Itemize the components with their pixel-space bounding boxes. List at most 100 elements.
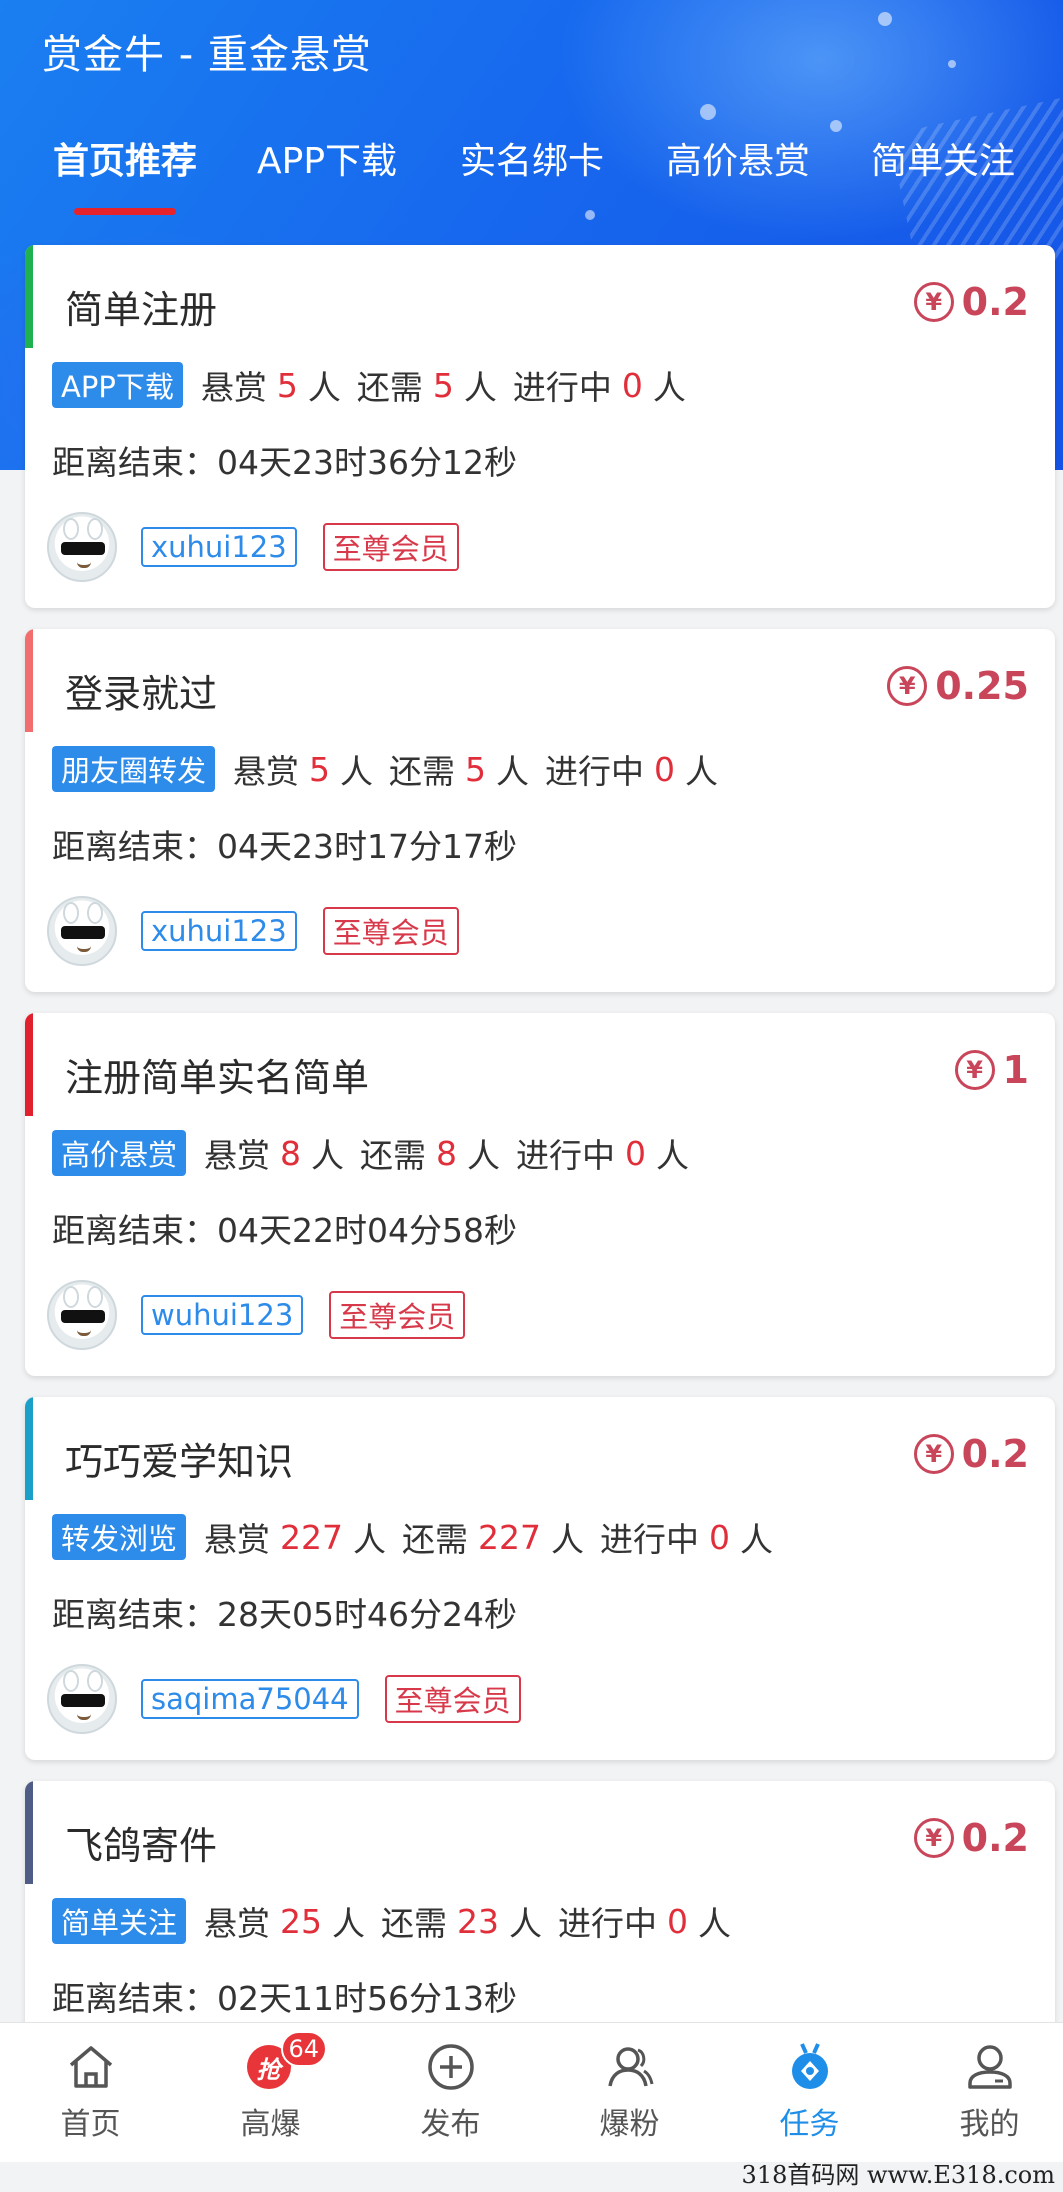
task-category-tag: 转发浏览 bbox=[52, 1514, 187, 1560]
publisher-username[interactable]: saqima75044 bbox=[141, 1679, 359, 1719]
bounty-count: 8 bbox=[280, 1133, 302, 1173]
task-medal-icon bbox=[784, 2041, 836, 2093]
person-unit: 人 bbox=[307, 368, 341, 407]
remaining-count: 23 bbox=[457, 1901, 500, 1941]
decor-dot bbox=[830, 120, 842, 132]
card-accent bbox=[25, 245, 33, 348]
membership-badge: 至尊会员 bbox=[329, 1291, 466, 1339]
decor-dot bbox=[948, 60, 956, 68]
remaining-count: 227 bbox=[478, 1517, 542, 1557]
avatar[interactable] bbox=[47, 896, 117, 966]
task-title: 巧巧爱学知识 bbox=[65, 1440, 294, 1484]
plus-circle-icon bbox=[425, 2041, 477, 2093]
person-unit: 人 bbox=[496, 752, 530, 791]
reward-amount: 0.2 bbox=[961, 280, 1029, 324]
bounty-label: 悬赏 bbox=[200, 368, 267, 407]
person-unit: 人 bbox=[340, 752, 374, 791]
task-category-tag: 简单关注 bbox=[52, 1898, 187, 1944]
task-card[interactable]: 巧巧爱学知识 ¥ 0.2 转发浏览 悬赏 227 人 还需 227 人 进行中 … bbox=[25, 1397, 1055, 1760]
tab-real-name[interactable]: 实名绑卡 bbox=[460, 132, 604, 184]
in-progress-count: 0 bbox=[621, 365, 643, 405]
card-accent bbox=[25, 1397, 33, 1500]
task-reward: ¥ 0.2 bbox=[913, 277, 1029, 327]
reward-amount: 1 bbox=[1002, 1048, 1029, 1092]
yen-icon: ¥ bbox=[913, 1434, 954, 1474]
nav-hot[interactable]: 抢 64 高爆 bbox=[182, 2023, 359, 2163]
nav-fans[interactable]: 爆粉 bbox=[541, 2023, 718, 2163]
avatar[interactable] bbox=[47, 512, 117, 582]
avatar[interactable] bbox=[47, 1664, 117, 1734]
tab-simple-follow[interactable]: 简单关注 bbox=[871, 132, 1015, 184]
nav-profile[interactable]: 我的 bbox=[901, 2023, 1063, 2163]
task-title: 简单注册 bbox=[65, 288, 218, 332]
remaining-label: 还需 bbox=[360, 1136, 427, 1175]
bounty-count: 5 bbox=[276, 365, 298, 405]
task-deadline: 距离结束： 04天23时36分12秒 bbox=[52, 435, 517, 485]
countdown: 04天23时17分17秒 bbox=[217, 827, 517, 866]
task-card[interactable]: 注册简单实名简单 ¥ 1 高价悬赏 悬赏 8 人 还需 8 人 进行中 0 人 … bbox=[25, 1013, 1055, 1376]
remaining-count: 5 bbox=[432, 365, 454, 405]
nav-publish[interactable]: 发布 bbox=[362, 2023, 539, 2163]
person-unit: 人 bbox=[740, 1520, 774, 1559]
tab-home-recommend[interactable]: 首页推荐 bbox=[53, 132, 197, 184]
card-accent bbox=[25, 1781, 33, 1884]
home-icon bbox=[65, 2041, 117, 2093]
decor-dot bbox=[878, 12, 892, 26]
yen-icon: ¥ bbox=[887, 666, 928, 706]
person-unit: 人 bbox=[353, 1520, 387, 1559]
task-reward: ¥ 0.25 bbox=[887, 661, 1029, 711]
bounty-label: 悬赏 bbox=[204, 1520, 271, 1559]
countdown: 04天23时36分12秒 bbox=[217, 443, 517, 482]
membership-badge: 至尊会员 bbox=[322, 907, 459, 955]
in-progress-label: 进行中 bbox=[558, 1904, 658, 1943]
task-deadline: 距离结束： 28天05时46分24秒 bbox=[52, 1587, 517, 1637]
grab-icon: 抢 64 bbox=[245, 2031, 328, 2093]
person-unit: 人 bbox=[685, 752, 719, 791]
task-category-tag: 高价悬赏 bbox=[52, 1130, 187, 1176]
publisher-username[interactable]: xuhui123 bbox=[141, 527, 297, 567]
task-card[interactable]: 登录就过 ¥ 0.25 朋友圈转发 悬赏 5 人 还需 5 人 进行中 0 人 … bbox=[25, 629, 1055, 992]
remaining-label: 还需 bbox=[402, 1520, 469, 1559]
nav-tasks[interactable]: 任务 bbox=[721, 2023, 898, 2163]
task-title: 注册简单实名简单 bbox=[65, 1056, 370, 1100]
task-stats: 高价悬赏 悬赏 8 人 还需 8 人 进行中 0 人 bbox=[52, 1128, 689, 1178]
task-stats: 朋友圈转发 悬赏 5 人 还需 5 人 进行中 0 人 bbox=[52, 744, 718, 794]
task-title: 登录就过 bbox=[65, 672, 218, 716]
yen-icon: ¥ bbox=[954, 1050, 995, 1090]
bounty-label: 悬赏 bbox=[204, 1136, 271, 1175]
task-deadline: 距离结束： 04天23时17分17秒 bbox=[52, 819, 517, 869]
nav-home[interactable]: 首页 bbox=[2, 2023, 179, 2163]
reward-amount: 0.25 bbox=[935, 664, 1029, 708]
bounty-label: 悬赏 bbox=[204, 1904, 271, 1943]
profile-icon bbox=[964, 2041, 1016, 2093]
nav-label: 我的 bbox=[959, 2107, 1020, 2142]
nav-label: 任务 bbox=[779, 2107, 840, 2142]
app-title: 赏金牛 - 重金悬赏 bbox=[42, 32, 372, 78]
watermark: 318首码网 www.E318.com bbox=[741, 2161, 1055, 2189]
avatar[interactable] bbox=[47, 1280, 117, 1350]
remaining-label: 还需 bbox=[356, 368, 423, 407]
person-unit: 人 bbox=[467, 1136, 501, 1175]
tab-high-reward[interactable]: 高价悬赏 bbox=[666, 132, 810, 184]
yen-icon: ¥ bbox=[913, 1818, 954, 1858]
bounty-count: 5 bbox=[309, 749, 331, 789]
person-unit: 人 bbox=[332, 1904, 366, 1943]
countdown: 04天22时04分58秒 bbox=[217, 1211, 517, 1250]
task-card[interactable]: 简单注册 ¥ 0.2 APP下载 悬赏 5 人 还需 5 人 进行中 0 人 距… bbox=[25, 245, 1055, 608]
person-unit: 人 bbox=[551, 1520, 585, 1559]
task-category-tag: APP下载 bbox=[52, 362, 183, 408]
publisher-row: xuhui123 至尊会员 bbox=[47, 892, 459, 970]
deadline-label: 距离结束： bbox=[52, 827, 217, 866]
task-reward: ¥ 0.2 bbox=[913, 1429, 1029, 1479]
task-title: 飞鸽寄件 bbox=[65, 1824, 218, 1868]
person-unit: 人 bbox=[311, 1136, 345, 1175]
publisher-username[interactable]: wuhui123 bbox=[141, 1295, 304, 1335]
task-reward: ¥ 0.2 bbox=[913, 1813, 1029, 1863]
task-stats: APP下载 悬赏 5 人 还需 5 人 进行中 0 人 bbox=[52, 360, 686, 410]
in-progress-count: 0 bbox=[667, 1901, 689, 1941]
decor-dot bbox=[700, 104, 716, 120]
bounty-count: 227 bbox=[280, 1517, 344, 1557]
notification-badge: 64 bbox=[280, 2031, 328, 2067]
tab-app-download[interactable]: APP下载 bbox=[257, 132, 397, 184]
publisher-username[interactable]: xuhui123 bbox=[141, 911, 297, 951]
